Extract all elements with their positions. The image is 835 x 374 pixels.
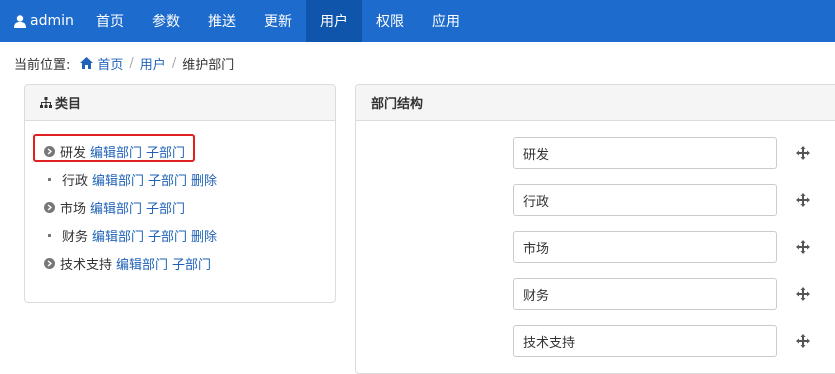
chevron-right-icon[interactable] (44, 145, 55, 157)
nav-home[interactable]: 首页 (82, 0, 138, 42)
bullet-icon (48, 177, 51, 181)
tree-item-name: 技术支持 (60, 257, 113, 273)
category-panel-heading: 类目 (25, 85, 335, 121)
move-handle-icon[interactable] (796, 193, 810, 207)
sub-department-link[interactable]: 子部门 (172, 254, 211, 273)
tree-item-name: 市场 (60, 201, 87, 217)
category-panel-title: 类目 (55, 97, 82, 112)
nav-apps[interactable]: 应用 (418, 0, 474, 42)
delete-department-link[interactable]: 删除 (191, 226, 217, 245)
tree-item-name: 研发 (60, 145, 87, 161)
breadcrumb-separator: / (129, 55, 134, 71)
home-icon (80, 57, 94, 69)
nav-users[interactable]: 用户 (306, 0, 362, 42)
move-handle-icon[interactable] (796, 146, 810, 160)
sub-department-link[interactable]: 子部门 (148, 170, 187, 189)
move-handle-icon[interactable] (796, 287, 810, 301)
sub-department-link[interactable]: 子部门 (146, 198, 185, 217)
sub-department-link[interactable]: 子部门 (148, 226, 187, 245)
tree-item-name: 行政 (62, 173, 89, 189)
user-menu[interactable]: admin (0, 0, 82, 42)
structure-panel-heading: 部门结构 (356, 85, 835, 121)
breadcrumb: 当前位置: 首页 / 用户 / 维护部门 (14, 54, 235, 73)
edit-department-link[interactable]: 编辑部门 (90, 198, 142, 217)
username: admin (30, 13, 74, 29)
tree-item-market: 市场 编辑部门 子部门 (44, 193, 221, 221)
nav-push[interactable]: 推送 (194, 0, 250, 42)
tree-item-support: 技术支持 编辑部门 子部门 (44, 249, 221, 277)
department-tree: 研发 编辑部门 子部门 行政 编辑部门 子部门 删除 市场 编辑部门 子部门 财… (44, 137, 221, 277)
top-navbar: admin 首页 参数 推送 更新 用户 权限 应用 (0, 0, 835, 42)
breadcrumb-current: 维护部门 (182, 57, 235, 73)
sub-department-link[interactable]: 子部门 (146, 142, 185, 161)
tree-item-name: 财务 (62, 229, 89, 245)
breadcrumb-home[interactable]: 首页 (97, 54, 123, 73)
nav-update[interactable]: 更新 (250, 0, 306, 42)
user-icon (14, 14, 26, 28)
edit-department-link[interactable]: 编辑部门 (90, 142, 142, 161)
chevron-right-icon[interactable] (44, 257, 55, 269)
nav-permissions[interactable]: 权限 (362, 0, 418, 42)
department-input[interactable]: 行政 (513, 184, 777, 216)
edit-department-link[interactable]: 编辑部门 (92, 226, 144, 245)
move-handle-icon[interactable] (796, 334, 810, 348)
department-input[interactable]: 市场 (513, 231, 777, 263)
breadcrumb-separator: / (171, 55, 177, 71)
tree-item-finance: 财务 编辑部门 子部门 删除 (44, 221, 221, 249)
department-input[interactable]: 财务 (513, 278, 777, 310)
tree-item-admin: 行政 编辑部门 子部门 删除 (44, 165, 221, 193)
breadcrumb-users[interactable]: 用户 (140, 54, 166, 73)
move-handle-icon[interactable] (796, 240, 810, 254)
department-input[interactable]: 技术支持 (513, 325, 777, 357)
chevron-right-icon[interactable] (44, 201, 55, 213)
department-input[interactable]: 研发 (513, 137, 777, 169)
tree-item-rd: 研发 编辑部门 子部门 (44, 137, 221, 165)
edit-department-link[interactable]: 编辑部门 (92, 170, 144, 189)
sitemap-icon (40, 97, 52, 108)
edit-department-link[interactable]: 编辑部门 (116, 254, 168, 273)
breadcrumb-prefix: 当前位置: (14, 57, 71, 73)
nav-params[interactable]: 参数 (138, 0, 194, 42)
delete-department-link[interactable]: 删除 (191, 170, 217, 189)
structure-panel-title: 部门结构 (371, 97, 424, 112)
bullet-icon (48, 233, 51, 237)
